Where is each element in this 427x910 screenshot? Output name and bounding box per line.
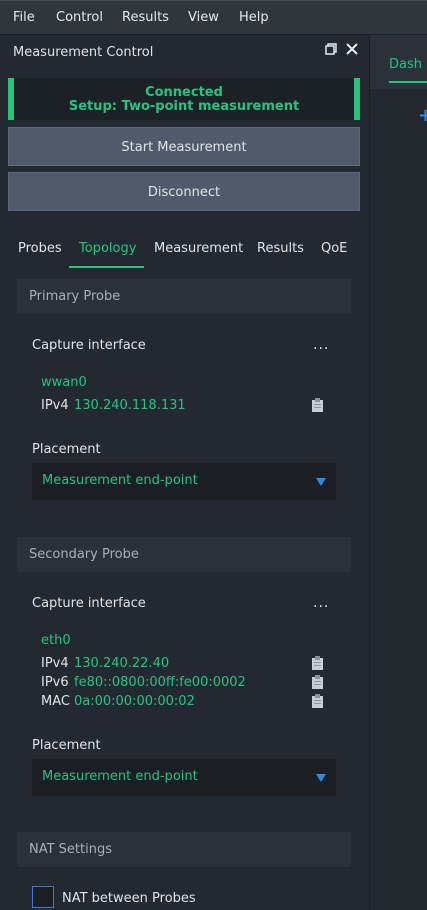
panel-title: Measurement Control	[13, 45, 154, 60]
secondary-mac-label: MAC	[41, 694, 70, 709]
tab-qoe[interactable]: QoE	[321, 241, 347, 256]
secondary-interface-name: eth0	[41, 633, 71, 648]
start-measurement-button[interactable]: Start Measurement	[8, 127, 360, 166]
primary-placement-label: Placement	[32, 442, 101, 457]
primary-capture-label: Capture interface	[32, 338, 146, 353]
undock-icon[interactable]	[325, 43, 337, 59]
status-line-connected: Connected	[145, 85, 223, 100]
dropdown-arrow-icon	[316, 774, 326, 782]
menu-view[interactable]: View	[188, 10, 219, 25]
secondary-ipv4-value: 130.240.22.40	[74, 656, 170, 671]
secondary-ipv4-label: IPv4	[41, 656, 69, 671]
dashboard-area: Dash +	[370, 35, 427, 910]
secondary-placement-label: Placement	[32, 738, 101, 753]
secondary-placement-value: Measurement end-point	[42, 769, 198, 784]
menu-file[interactable]: File	[13, 10, 35, 25]
primary-ipv4-value: 130.240.118.131	[74, 398, 186, 413]
nat-settings-header[interactable]: NAT Settings	[17, 832, 351, 867]
clipboard-icon[interactable]	[310, 655, 326, 671]
primary-placement-select[interactable]: Measurement end-point	[32, 463, 336, 500]
measurement-control-panel: Measurement Control Connected Setup: Two…	[0, 35, 370, 910]
nat-checkbox[interactable]	[32, 886, 54, 908]
panel-header: Measurement Control	[0, 35, 369, 69]
secondary-mac-value: 0a:00:00:00:00:02	[74, 694, 195, 709]
secondary-probe-header[interactable]: Secondary Probe	[17, 537, 351, 572]
tab-topology[interactable]: Topology	[79, 241, 136, 256]
nat-checkbox-label[interactable]: NAT between Probes	[62, 891, 196, 906]
clipboard-icon[interactable]	[310, 693, 326, 709]
primary-placement-value: Measurement end-point	[42, 473, 198, 488]
tab-dashboard[interactable]: Dash	[389, 57, 422, 72]
add-icon[interactable]: +	[418, 105, 427, 126]
menu-control[interactable]: Control	[56, 10, 103, 25]
dashboard-content: +	[370, 89, 427, 910]
secondary-ipv6-label: IPv6	[41, 675, 69, 690]
active-tab-indicator	[69, 266, 144, 268]
primary-probe-header[interactable]: Primary Probe	[17, 279, 351, 314]
dashboard-tab-indicator	[389, 81, 427, 83]
close-icon[interactable]	[346, 43, 358, 59]
secondary-capture-more-button[interactable]: ...	[313, 595, 329, 611]
clipboard-icon[interactable]	[310, 397, 326, 413]
dropdown-arrow-icon	[316, 478, 326, 486]
tab-measurement[interactable]: Measurement	[154, 241, 243, 256]
connection-status: Connected Setup: Two-point measurement	[8, 78, 360, 120]
menu-bar: File Control Results View Help	[0, 0, 427, 35]
tab-probes[interactable]: Probes	[18, 241, 62, 256]
primary-capture-more-button[interactable]: ...	[313, 337, 329, 353]
status-line-setup: Setup: Two-point measurement	[68, 99, 300, 114]
primary-interface-name: wwan0	[41, 375, 87, 390]
primary-ipv4-label: IPv4	[41, 398, 69, 413]
tab-results[interactable]: Results	[257, 241, 304, 256]
disconnect-button[interactable]: Disconnect	[8, 172, 360, 211]
menu-help[interactable]: Help	[239, 10, 269, 25]
menu-results[interactable]: Results	[122, 10, 169, 25]
secondary-capture-label: Capture interface	[32, 596, 146, 611]
secondary-placement-select[interactable]: Measurement end-point	[32, 759, 336, 796]
clipboard-icon[interactable]	[310, 674, 326, 690]
secondary-ipv6-value: fe80::0800:00ff:fe00:0002	[74, 675, 246, 690]
